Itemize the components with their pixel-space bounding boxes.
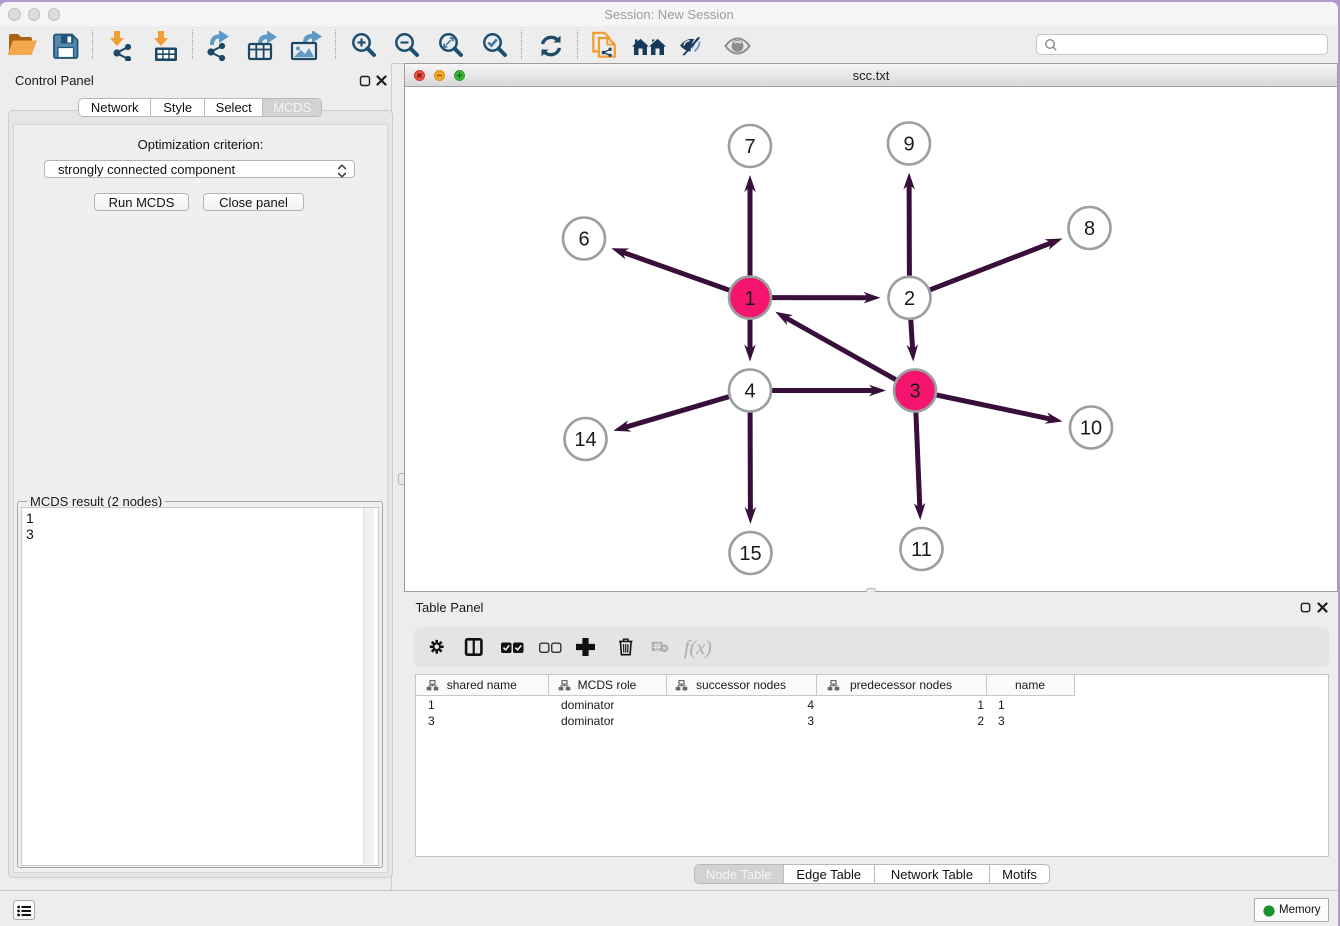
svg-text:1: 1 [744,288,755,310]
svg-text:9: 9 [903,134,914,156]
svg-text:7: 7 [744,136,755,158]
svg-text:2: 2 [904,288,915,310]
svg-text:14: 14 [574,429,596,451]
svg-text:15: 15 [739,543,761,565]
svg-text:11: 11 [911,539,932,561]
svg-text:3: 3 [909,381,920,403]
svg-text:8: 8 [1084,218,1095,240]
svg-text:6: 6 [578,229,589,251]
svg-text:4: 4 [744,381,755,403]
svg-text:10: 10 [1080,418,1102,440]
